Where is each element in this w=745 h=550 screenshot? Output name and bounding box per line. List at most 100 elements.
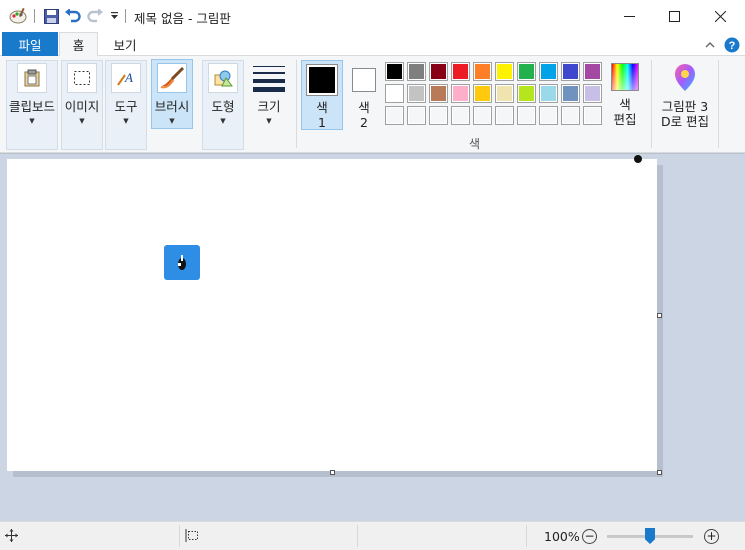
paint-palette-icon[interactable] [8, 7, 28, 25]
toolbar-separator [125, 9, 126, 23]
swatch-fill [475, 108, 490, 123]
ribbon: 클립보드 ▼ 이미지 ▼ A 도구 ▼ 브러시 ▼ 도형 ▼ 크기 ▼ 색 1 … [0, 56, 745, 153]
palette-swatch[interactable] [429, 84, 448, 103]
custom-color-slot[interactable] [539, 106, 558, 125]
swatch-fill [519, 86, 534, 101]
redo-icon[interactable] [86, 7, 104, 25]
tab-home[interactable]: 홈 [59, 32, 98, 57]
clipboard-button[interactable]: 클립보드 ▼ [6, 63, 58, 125]
swatch-fill [585, 86, 600, 101]
palette-swatch[interactable] [495, 62, 514, 81]
drawing-canvas[interactable] [7, 159, 657, 471]
swatch-fill [519, 108, 534, 123]
shapes-button[interactable]: 도형 ▼ [202, 63, 244, 125]
zoom-out-button[interactable]: − [582, 529, 597, 544]
edit-colors-button[interactable]: 색 편집 [606, 63, 644, 127]
swatch-fill [387, 64, 402, 79]
chevron-up-icon[interactable] [702, 37, 718, 53]
tools-label: 도구 [114, 99, 138, 114]
image-button[interactable]: 이미지 ▼ [61, 63, 103, 125]
tools-button[interactable]: A 도구 ▼ [105, 63, 147, 125]
swatch-fill [475, 64, 490, 79]
resize-handle-corner[interactable] [657, 470, 662, 475]
custom-color-slot[interactable] [429, 106, 448, 125]
swatch-fill [497, 86, 512, 101]
help-icon[interactable]: ? [724, 37, 740, 53]
zoom-in-button[interactable]: + [704, 529, 719, 544]
ribbon-tabs: 파일 홈 보기 ? [0, 32, 745, 57]
ribbon-separator [296, 60, 297, 148]
clipboard-label: 클립보드 [8, 99, 55, 114]
swatch-fill [563, 108, 578, 123]
palette-swatch[interactable] [473, 62, 492, 81]
palette-swatch[interactable] [429, 62, 448, 81]
swatch-fill [387, 108, 402, 123]
color1-group: 색 1 [301, 64, 343, 130]
swatch-fill [409, 64, 424, 79]
ribbon-separator [651, 60, 652, 148]
tab-view[interactable]: 보기 [104, 32, 146, 56]
palette-swatch[interactable] [539, 62, 558, 81]
swatch-fill [585, 108, 600, 123]
chevron-down-icon: ▼ [220, 117, 226, 125]
edit-colors-label-line2: 편집 [613, 112, 637, 127]
color2-swatch [352, 68, 376, 92]
palette-swatch[interactable] [517, 84, 536, 103]
palette-swatch[interactable] [385, 84, 404, 103]
swatch-fill [541, 108, 556, 123]
custom-color-slot[interactable] [583, 106, 602, 125]
palette-swatch[interactable] [407, 84, 426, 103]
chevron-down-icon: ▼ [169, 117, 175, 125]
palette-swatch[interactable] [561, 62, 580, 81]
edit-with-paint3d-button[interactable]: 그림판 3 D로 편집 [656, 63, 714, 129]
size-button[interactable]: 크기 ▼ [248, 63, 290, 125]
custom-color-slot[interactable] [385, 106, 404, 125]
palette-swatch[interactable] [473, 84, 492, 103]
palette-swatch[interactable] [407, 62, 426, 81]
custom-color-slot[interactable] [561, 106, 580, 125]
title-bar: 제목 없음 - 그림판 [0, 0, 745, 32]
resize-handle-bottom[interactable] [330, 470, 335, 475]
color2-button[interactable]: 색 2 [343, 64, 385, 130]
swatch-fill [387, 86, 402, 101]
app-taskbar-icon[interactable] [164, 245, 200, 280]
palette-swatch[interactable] [583, 62, 602, 81]
svg-text:A: A [124, 70, 133, 85]
custom-color-slot[interactable] [473, 106, 492, 125]
palette-swatch[interactable] [561, 84, 580, 103]
swatch-fill [541, 64, 556, 79]
custom-color-slot[interactable] [517, 106, 536, 125]
tab-file[interactable]: 파일 [2, 32, 58, 56]
maximize-button[interactable] [651, 0, 697, 32]
cursor-position-icon [5, 529, 18, 545]
shapes-icon [208, 63, 238, 93]
custom-color-slot[interactable] [451, 106, 470, 125]
zoom-slider-thumb[interactable] [645, 528, 655, 544]
custom-color-slot[interactable] [407, 106, 426, 125]
resize-handle-right[interactable] [657, 313, 662, 318]
minimize-button[interactable] [606, 0, 652, 32]
palette-swatch[interactable] [517, 62, 536, 81]
swatch-fill [497, 108, 512, 123]
color1-label-line2: 1 [318, 115, 326, 130]
palette-swatch[interactable] [451, 62, 470, 81]
paint3d-label-line1: 그림판 3 [661, 99, 709, 114]
save-icon[interactable] [42, 7, 60, 25]
palette-swatch[interactable] [385, 62, 404, 81]
clipboard-icon [17, 63, 47, 93]
palette-swatch[interactable] [539, 84, 558, 103]
status-separator [357, 525, 358, 547]
ribbon-separator [718, 60, 719, 148]
customize-quick-access-icon[interactable] [108, 7, 120, 25]
brushes-label-group: 브러시 ▼ [151, 63, 193, 125]
size-label: 크기 [257, 99, 281, 114]
palette-swatch[interactable] [451, 84, 470, 103]
palette-swatch[interactable] [583, 84, 602, 103]
palette-swatch[interactable] [495, 84, 514, 103]
swatch-fill [431, 86, 446, 101]
close-button[interactable] [697, 0, 743, 32]
custom-color-slot[interactable] [495, 106, 514, 125]
chevron-down-icon: ▼ [123, 117, 129, 125]
shapes-label: 도형 [211, 99, 235, 114]
undo-icon[interactable] [64, 7, 82, 25]
